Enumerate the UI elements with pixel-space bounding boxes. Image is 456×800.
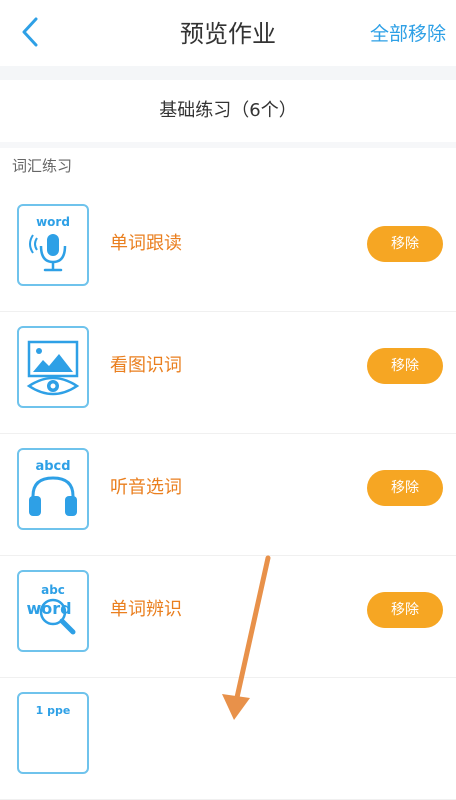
- exercise-list: word 单词跟读 移除 看图识词 移除 abcd 听音选词 移除 abc wo…: [0, 190, 456, 800]
- icon-text: abc: [41, 583, 65, 597]
- item-label: 听音选词: [110, 477, 182, 498]
- picture-eye-icon: [17, 326, 89, 408]
- partial-icon: 1 ppe: [17, 692, 89, 774]
- remove-button[interactable]: 移除: [367, 470, 443, 506]
- remove-all-button[interactable]: 全部移除: [370, 20, 446, 48]
- icon-text: 1 ppe: [36, 704, 71, 717]
- item-label: 单词跟读: [110, 233, 182, 254]
- list-item: 1 ppe: [0, 678, 456, 800]
- navbar: 预览作业 全部移除: [0, 0, 456, 66]
- remove-button[interactable]: 移除: [367, 348, 443, 384]
- item-label: 看图识词: [110, 355, 182, 376]
- remove-button[interactable]: 移除: [367, 592, 443, 628]
- list-item: abcd 听音选词 移除: [0, 434, 456, 556]
- item-label: 单词辨识: [110, 599, 182, 620]
- abcd-headphones-icon: abcd: [17, 448, 89, 530]
- list-item: abc word 单词辨识 移除: [0, 556, 456, 678]
- remove-button[interactable]: 移除: [367, 226, 443, 262]
- word-microphone-icon: word: [17, 204, 89, 286]
- divider: [0, 66, 456, 80]
- list-item: 看图识词 移除: [0, 312, 456, 434]
- icon-text: abcd: [35, 459, 70, 474]
- category-label: 词汇练习: [12, 157, 73, 175]
- list-item: word 单词跟读 移除: [0, 190, 456, 312]
- icon-text: word: [36, 215, 70, 229]
- divider: [0, 142, 456, 148]
- abc-word-magnifier-icon: abc word: [17, 570, 89, 652]
- section-title: 基础练习（6个）: [159, 100, 297, 121]
